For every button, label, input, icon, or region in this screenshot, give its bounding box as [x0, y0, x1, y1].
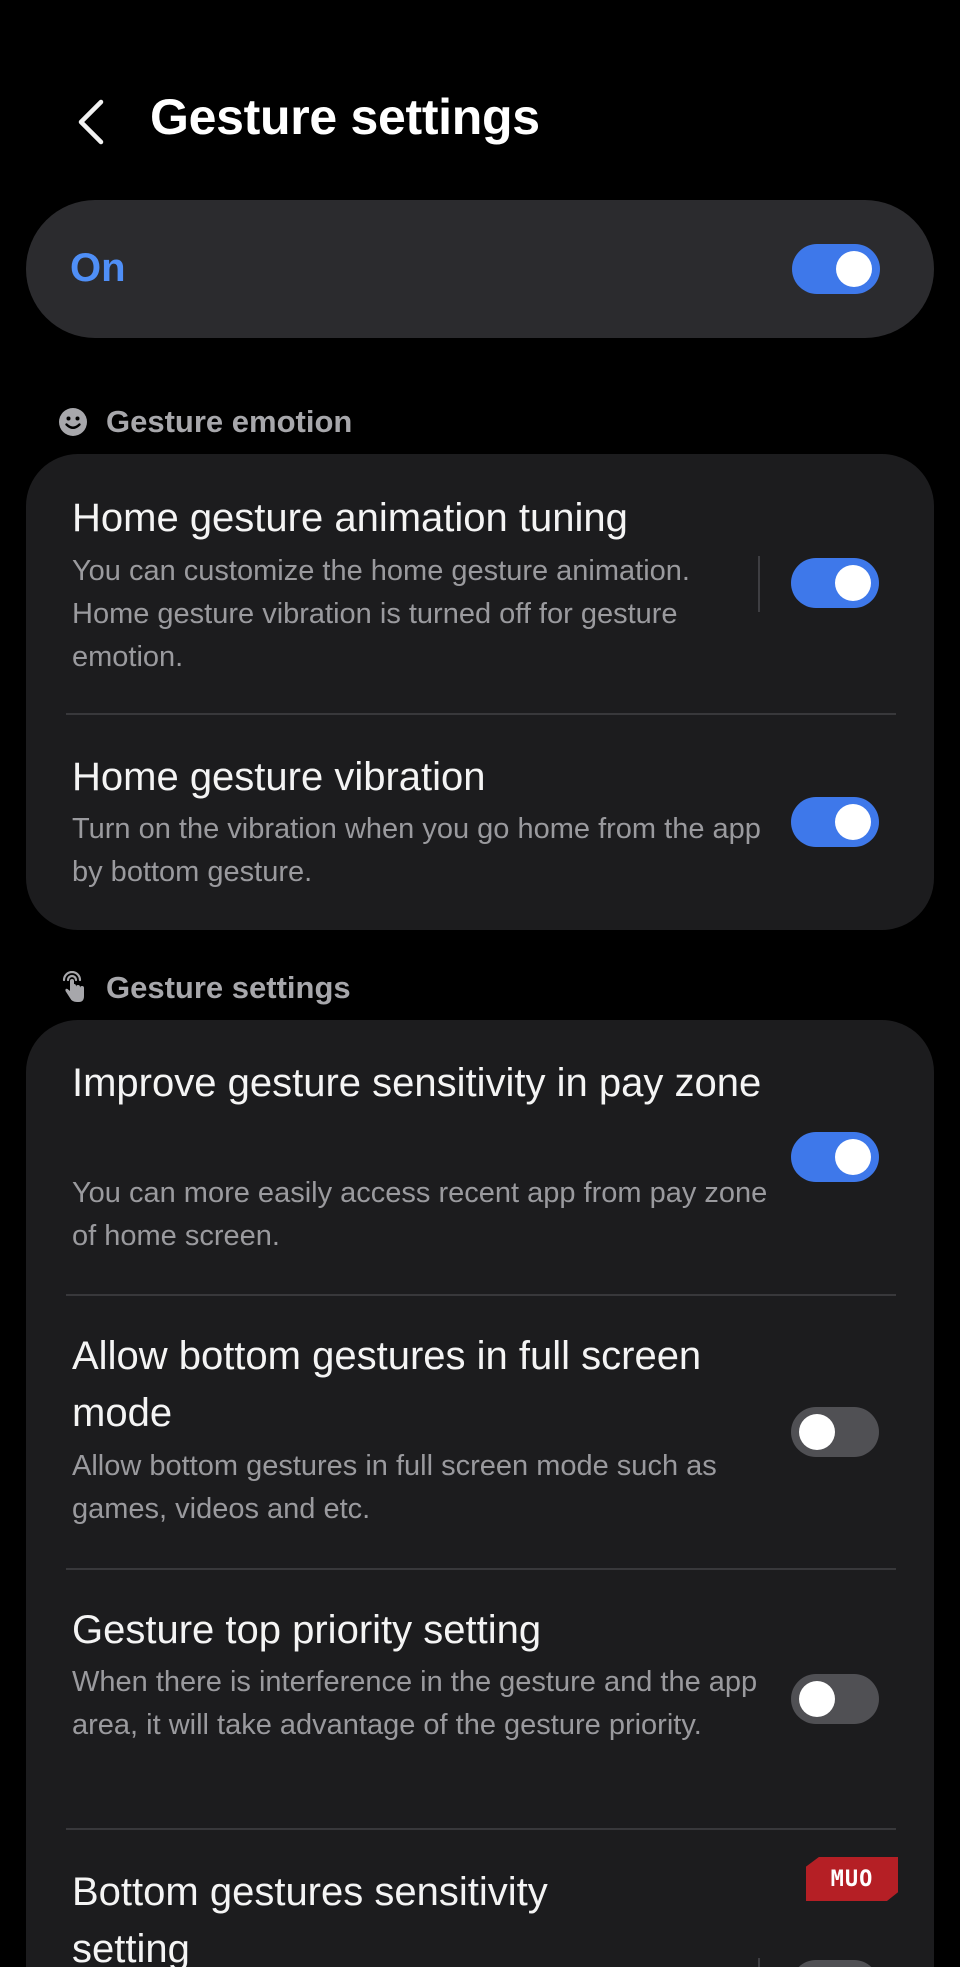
muo-watermark-logo: MUO [806, 1857, 898, 1901]
setting-row-bottom-gestures-full-screen[interactable]: Allow bottom gestures in full screen mod… [26, 1296, 934, 1568]
row-title: Allow bottom gestures in full screen mod… [72, 1334, 702, 1435]
vertical-separator [758, 556, 760, 612]
home-gesture-vibration-toggle[interactable] [791, 797, 879, 847]
row-title: Improve gesture sensitivity in pay zone [72, 1061, 762, 1105]
master-switch-label: On [70, 246, 126, 290]
row-title: Bottom gestures sensitivity setting [72, 1870, 548, 1967]
master-toggle[interactable] [792, 244, 880, 294]
home-gesture-animation-toggle[interactable] [791, 558, 879, 608]
toggle-knob [799, 1681, 835, 1717]
section-header-label: Gesture emotion [106, 404, 353, 439]
gesture-settings-screen: Gesture settings On Gesture emotion Home… [0, 0, 960, 1967]
section-header-gesture-settings: Gesture settings [58, 966, 351, 1010]
section-header-gesture-emotion: Gesture emotion [58, 400, 352, 444]
pay-zone-sensitivity-toggle[interactable] [791, 1132, 879, 1182]
touch-hand-icon [58, 971, 88, 1003]
toggle-knob [836, 251, 872, 287]
gesture-emotion-card: Home gesture animation tuning You can cu… [26, 454, 934, 930]
row-description: You can customize the home gesture anima… [72, 555, 690, 673]
setting-row-improve-pay-zone-sensitivity[interactable]: Improve gesture sensitivity in pay zone … [26, 1020, 934, 1294]
row-title: Home gesture animation tuning [72, 496, 628, 540]
chevron-left-icon [78, 99, 104, 145]
bottom-gestures-sensitivity-toggle[interactable] [791, 1960, 879, 1967]
row-description: Allow bottom gestures in full screen mod… [72, 1450, 717, 1525]
setting-row-home-gesture-animation-tuning[interactable]: Home gesture animation tuning You can cu… [26, 454, 934, 712]
row-title: Home gesture vibration [72, 755, 486, 799]
row-description: Turn on the vibration when you go home f… [72, 813, 761, 888]
toggle-knob [799, 1414, 835, 1450]
master-switch-bar[interactable]: On [26, 200, 934, 338]
page-title: Gesture settings [150, 89, 540, 145]
row-description: You can more easily access recent app fr… [72, 1177, 768, 1252]
row-title: Gesture top priority setting [72, 1608, 542, 1652]
vertical-separator [758, 1958, 760, 1967]
toggle-knob [835, 1139, 871, 1175]
setting-row-home-gesture-vibration[interactable]: Home gesture vibration Turn on the vibra… [26, 715, 934, 930]
gesture-top-priority-toggle[interactable] [791, 1674, 879, 1724]
section-header-label: Gesture settings [106, 970, 351, 1005]
watermark-text: MUO [830, 1866, 874, 1892]
smiley-icon [58, 407, 88, 437]
toggle-knob [835, 565, 871, 601]
full-screen-gestures-toggle[interactable] [791, 1407, 879, 1457]
row-description: When there is interference in the gestur… [72, 1666, 758, 1741]
gesture-settings-card: Improve gesture sensitivity in pay zone … [26, 1020, 934, 1967]
setting-row-bottom-gestures-sensitivity[interactable]: Bottom gestures sensitivity setting [26, 1830, 934, 1967]
toggle-knob [835, 804, 871, 840]
back-button[interactable] [64, 92, 116, 152]
setting-row-gesture-top-priority[interactable]: Gesture top priority setting When there … [26, 1570, 934, 1828]
